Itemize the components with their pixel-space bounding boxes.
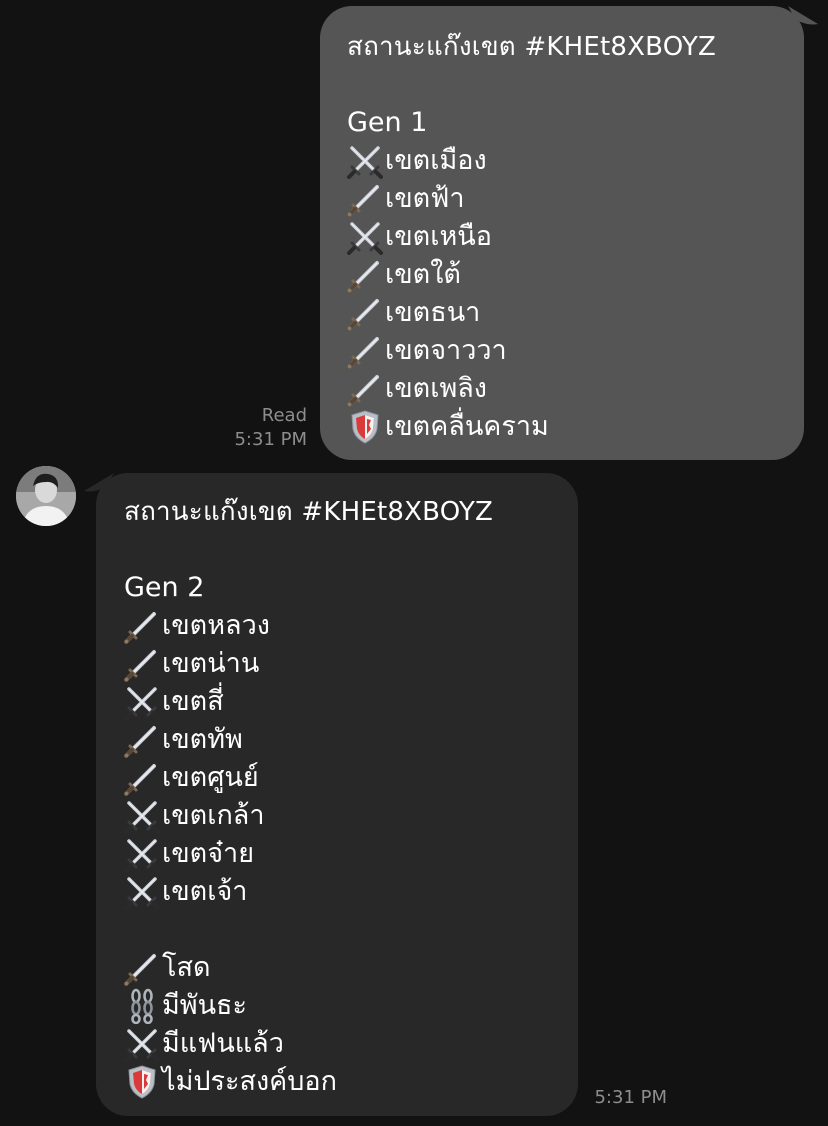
shield-icon: [128, 1065, 156, 1099]
legend-row-label: โสด: [162, 952, 211, 983]
crossed-swords-icon: [124, 1029, 160, 1062]
read-receipt: Read: [261, 405, 307, 426]
zone-status-row: เขตศูนย์: [124, 759, 560, 797]
legend-row: มีพันธะ: [124, 987, 560, 1025]
zone-status-row-label: เขตใต้: [385, 259, 461, 290]
zone-status-row-label: เขตฟ้า: [385, 183, 465, 214]
dagger-icon: [124, 764, 156, 796]
dagger-icon: [124, 612, 156, 644]
zone-status-row: เขตธนา: [347, 294, 784, 332]
zone-status-row: เขตหลวง: [124, 607, 560, 645]
zone-status-list: เขตหลวง เขตน่าน เขตสี่ เขตทัพ เขตศูนย์ เ…: [124, 607, 560, 911]
zone-status-row-label: เขตจาววา: [385, 335, 507, 366]
zone-status-row-label: เขตสี่: [162, 686, 224, 717]
chains-icon: [131, 988, 153, 1024]
incoming-message-bubble[interactable]: สถานะแก๊งเขต #KHEt8XBOYZ Gen 2 เขตหลวง เ…: [96, 473, 578, 1116]
crossed-swords-icon: [347, 222, 383, 255]
avatar[interactable]: [16, 466, 76, 526]
dagger-icon: [347, 375, 379, 407]
zone-status-row-label: เขตหลวง: [162, 610, 270, 641]
status-legend: โสด มีพันธะ มีแฟนแล้ว ไม่ประสงค์บอก: [124, 949, 560, 1101]
zone-status-row: เขตจ๋าย: [124, 835, 560, 873]
legend-row-label: มีพันธะ: [162, 990, 248, 1021]
legend-row: มีแฟนแล้ว: [124, 1025, 560, 1063]
zone-status-row-label: เขตคลื่นคราม: [385, 411, 549, 442]
zone-status-row-label: เขตเหนือ: [385, 221, 492, 252]
zone-status-row-label: เขตเกล้า: [162, 800, 265, 831]
zone-status-row-label: เขตเจ้า: [162, 876, 248, 907]
zone-status-row: เขตเมือง: [347, 142, 784, 180]
dagger-icon: [124, 650, 156, 682]
zone-status-row-label: เขตศูนย์: [162, 762, 259, 793]
zone-status-row-label: เขตทัพ: [162, 724, 243, 755]
legend-row: ไม่ประสงค์บอก: [124, 1063, 560, 1101]
zone-status-list: เขตเมือง เขตฟ้า เขตเหนือ เขตใต้ เขตธนา เ…: [347, 142, 784, 446]
zone-status-row: เขตจาววา: [347, 332, 784, 370]
zone-status-row-label: เขตน่าน: [162, 648, 260, 679]
generation-label: Gen 1: [347, 107, 428, 138]
dagger-icon: [124, 954, 156, 986]
crossed-swords-icon: [124, 839, 160, 872]
zone-status-row: เขตเกล้า: [124, 797, 560, 835]
zone-status-row-label: เขตธนา: [385, 297, 481, 328]
zone-status-row: เขตเพลิง: [347, 370, 784, 408]
zone-status-row: เขตฟ้า: [347, 180, 784, 218]
crossed-swords-icon: [124, 801, 160, 834]
legend-row: โสด: [124, 949, 560, 987]
outgoing-timestamp: 5:31 PM: [234, 429, 307, 450]
message-title: สถานะแก๊งเขต #KHEt8XBOYZ: [124, 497, 494, 527]
dagger-icon: [347, 337, 379, 369]
crossed-swords-icon: [347, 146, 383, 179]
zone-status-row: เขตใต้: [347, 256, 784, 294]
dagger-icon: [124, 726, 156, 758]
shield-icon: [351, 410, 379, 444]
zone-status-row-label: เขตเพลิง: [385, 373, 487, 404]
crossed-swords-icon: [124, 877, 160, 910]
zone-status-row: เขตคลื่นคราม: [347, 408, 784, 446]
outgoing-message-bubble[interactable]: สถานะแก๊งเขต #KHEt8XBOYZ Gen 1 เขตเมือง …: [320, 6, 804, 460]
dagger-icon: [347, 185, 379, 217]
zone-status-row: เขตเจ้า: [124, 873, 560, 911]
zone-status-row: เขตทัพ: [124, 721, 560, 759]
incoming-timestamp: 5:31 PM: [594, 1087, 667, 1108]
zone-status-row: เขตสี่: [124, 683, 560, 721]
zone-status-row-label: เขตเมือง: [385, 145, 487, 176]
zone-status-row: เขตน่าน: [124, 645, 560, 683]
message-title: สถานะแก๊งเขต #KHEt8XBOYZ: [347, 32, 717, 62]
zone-status-row-label: เขตจ๋าย: [162, 838, 255, 869]
legend-row-label: ไม่ประสงค์บอก: [162, 1066, 337, 1097]
legend-row-label: มีแฟนแล้ว: [162, 1028, 284, 1059]
generation-label: Gen 2: [124, 572, 205, 603]
dagger-icon: [347, 261, 379, 293]
avatar-photo: [16, 466, 76, 526]
zone-status-row: เขตเหนือ: [347, 218, 784, 256]
dagger-icon: [347, 299, 379, 331]
crossed-swords-icon: [124, 687, 160, 720]
chat-view: สถานะแก๊งเขต #KHEt8XBOYZ Gen 1 เขตเมือง …: [0, 0, 828, 1126]
